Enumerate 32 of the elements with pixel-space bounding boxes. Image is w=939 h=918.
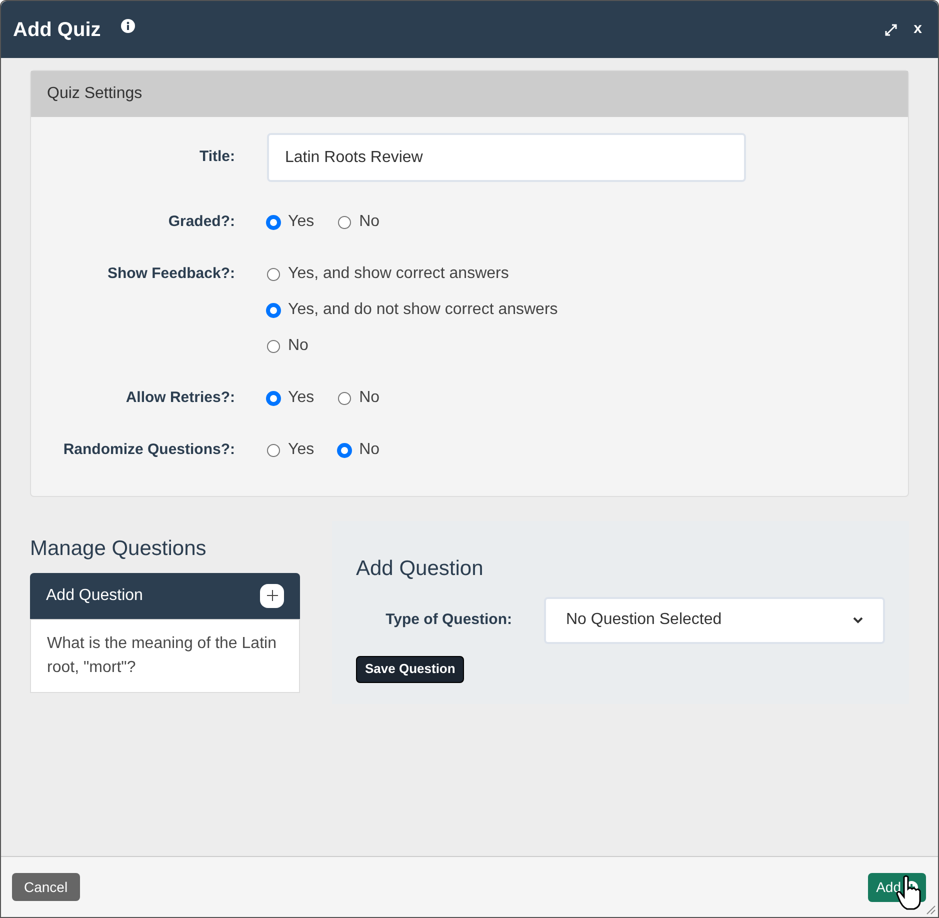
panel-heading: Add Question bbox=[356, 556, 484, 582]
title-field[interactable]: Latin Roots Review bbox=[267, 133, 746, 182]
field-label: Show Feedback?: bbox=[106, 264, 235, 284]
section-heading: Manage Questions bbox=[30, 536, 208, 562]
expand-icon[interactable] bbox=[884, 22, 898, 36]
close-button[interactable]: x bbox=[914, 18, 922, 41]
radio-option[interactable]: Yes, and show correct answers bbox=[267, 262, 558, 286]
window-title: Add Quiz bbox=[13, 18, 101, 42]
radio-option[interactable]: Yes bbox=[267, 210, 314, 234]
field-label: Type of Question: bbox=[384, 610, 513, 630]
plus-icon bbox=[266, 590, 278, 601]
radio-option[interactable]: No bbox=[338, 210, 380, 234]
field-label: Randomize Questions?: bbox=[62, 440, 235, 460]
card-title: Quiz Settings bbox=[47, 84, 142, 104]
list-header-title: Add Question bbox=[46, 586, 144, 606]
add-button[interactable] bbox=[260, 584, 284, 608]
radio-option[interactable]: No bbox=[267, 334, 558, 358]
question-item[interactable]: What is the meaning of the Latin root, "mort"? bbox=[30, 618, 300, 692]
field-label: Title: bbox=[198, 147, 235, 168]
resize-grip-icon[interactable] bbox=[926, 905, 936, 915]
field-label: Allow Retries?: bbox=[124, 388, 235, 408]
chevron-down-icon bbox=[853, 616, 863, 624]
radio-option[interactable]: No bbox=[338, 438, 380, 462]
info-icon[interactable] bbox=[120, 18, 135, 32]
radio-option[interactable]: Yes, and do not show correct answers bbox=[267, 298, 558, 322]
cancel-button[interactable]: Cancel bbox=[12, 873, 80, 901]
field-label: Graded?: bbox=[167, 212, 235, 232]
radio-option[interactable]: Yes bbox=[267, 386, 314, 410]
save-question-button[interactable]: Save Question bbox=[356, 656, 464, 682]
radio-option[interactable]: No bbox=[338, 386, 380, 410]
radio-option[interactable]: Yes bbox=[267, 438, 314, 462]
question-type-select[interactable]: No Question Selected bbox=[544, 596, 885, 644]
